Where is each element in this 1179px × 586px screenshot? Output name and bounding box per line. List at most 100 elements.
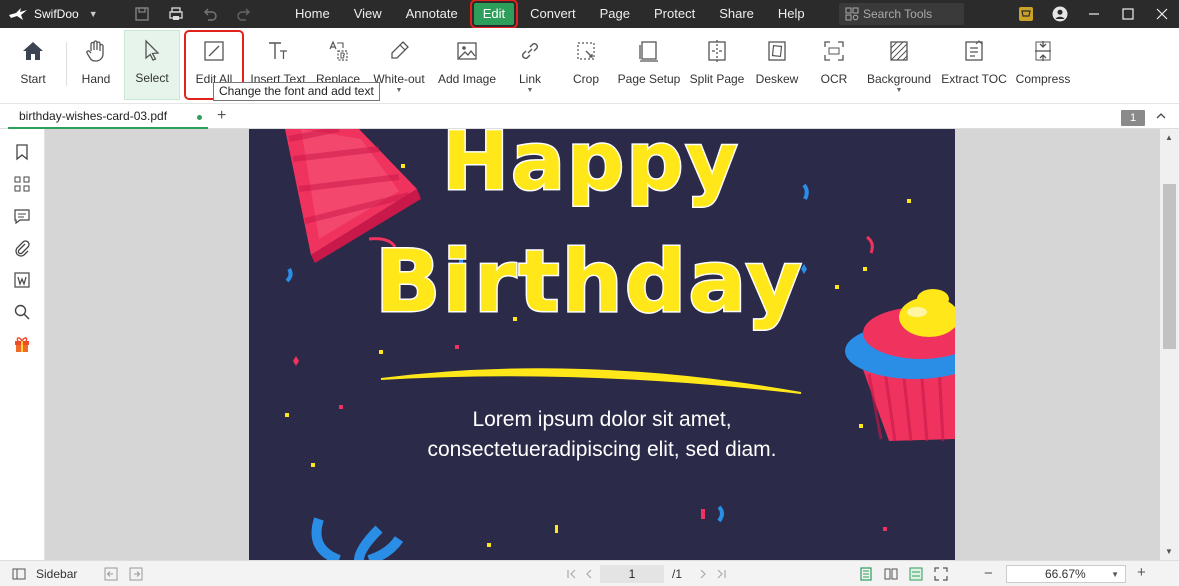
minimize-icon [1089,13,1099,15]
current-page-input[interactable]: 1 [600,565,664,583]
card-title-line1[interactable]: Happy [441,129,740,210]
image-icon [457,42,477,60]
print-icon[interactable] [168,6,184,22]
compress-button[interactable]: Compress [1014,32,1072,98]
title-bar: SwifDoo ▼ Home View Annotate Edit Conver… [0,0,1179,29]
redo-icon[interactable] [236,6,252,22]
maximize-icon [1122,8,1134,20]
page-count-badge: 1 [1121,110,1145,126]
document-tab-filename: birthday-wishes-card-03.pdf [19,109,168,123]
sidebar-toggle[interactable]: Sidebar [12,567,77,581]
crop-button[interactable]: Crop [570,32,602,98]
deskew-button[interactable]: Deskew [754,32,800,98]
white-out-dropdown-icon[interactable]: ▼ [396,87,403,94]
menu-annotate[interactable]: Annotate [394,0,470,28]
background-button[interactable]: Background ▼ [866,32,932,98]
fullscreen-button[interactable] [934,567,948,581]
zoom-value: 66.67% [1045,567,1086,581]
prev-page-button[interactable] [582,567,596,581]
app-logo[interactable]: SwifDoo ▼ [0,6,128,22]
hand-tool-button[interactable]: Hand [76,32,116,98]
select-tool-button[interactable]: Select [124,30,180,100]
menu-view[interactable]: View [342,0,394,28]
comments-button[interactable] [13,207,31,225]
save-icon[interactable] [134,6,150,22]
account-button[interactable] [1043,6,1077,22]
paperclip-icon [15,240,30,257]
chevron-left-icon [586,569,592,579]
page-setup-icon [639,41,658,62]
menu-convert[interactable]: Convert [518,0,588,28]
menu-help[interactable]: Help [766,0,817,28]
gift-bow-illustration [311,517,404,560]
extract-toc-label: Extract TOC [941,72,1007,86]
collapse-ribbon-button[interactable] [1155,110,1167,125]
edit-square-icon [204,41,224,61]
deskew-label: Deskew [755,72,799,86]
next-page-button[interactable] [696,567,710,581]
vertical-scrollbar[interactable]: ▲ ▼ [1160,129,1179,560]
scroll-up-arrow-icon[interactable]: ▲ [1165,133,1173,142]
crop-icon [577,42,595,60]
zoom-dropdown-icon: ▼ [1111,569,1119,579]
crop-label: Crop [572,72,599,86]
nav-forward-button[interactable] [129,567,143,581]
edit-all-tooltip: Change the font and add text [213,82,380,101]
continuous-view-button[interactable] [909,567,923,581]
scroll-down-arrow-icon[interactable]: ▼ [1165,547,1173,556]
title-swoosh [380,368,802,394]
link-dropdown-icon[interactable]: ▼ [527,87,534,94]
menu-share[interactable]: Share [707,0,766,28]
single-page-view-button[interactable] [859,567,873,581]
app-menu-dropdown-icon[interactable]: ▼ [89,9,98,19]
split-page-button[interactable]: Split Page [688,32,746,98]
add-image-button[interactable]: Add Image [436,32,498,98]
chevron-up-icon [1156,113,1166,119]
link-button[interactable]: Link ▼ [514,32,546,98]
add-tab-button[interactable]: + [217,107,226,125]
document-canvas[interactable]: Happy Birthday Lorem ipsum dolor sit ame… [45,129,1160,560]
page-setup-button[interactable]: Page Setup [618,32,680,98]
background-dropdown-icon[interactable]: ▼ [896,87,903,94]
extract-toc-button[interactable]: Extract TOC [941,32,1007,98]
zoom-select[interactable]: 66.67% ▼ [1006,565,1126,583]
fullscreen-icon [934,567,948,581]
search-tools-box[interactable]: Search Tools [839,3,964,25]
bookmarks-button[interactable] [13,143,31,161]
zoom-out-button[interactable]: − [984,565,993,582]
link-label: Link [518,72,541,86]
text-t-icon [269,42,287,59]
pdf-page[interactable]: Happy Birthday Lorem ipsum dolor sit ame… [249,129,955,560]
menu-edit[interactable]: Edit [469,0,519,29]
zoom-in-button[interactable]: + [1137,564,1146,581]
document-tab[interactable]: birthday-wishes-card-03.pdf [8,105,208,129]
first-page-button[interactable] [565,567,579,581]
maximize-button[interactable] [1111,6,1145,22]
ocr-label: OCR [820,72,848,86]
minimize-button[interactable] [1077,6,1111,22]
last-page-button[interactable] [714,567,728,581]
undo-icon[interactable] [202,6,218,22]
ocr-scan-icon [824,41,844,61]
menu-home[interactable]: Home [283,0,342,28]
search-button[interactable] [13,303,31,321]
word-convert-button[interactable] [13,271,31,289]
attachments-button[interactable] [13,239,31,257]
store-button[interactable] [1009,6,1043,22]
gift-button[interactable] [13,335,31,353]
continuous-scroll-icon [909,567,923,581]
page-setup-label: Page Setup [617,72,681,86]
nav-back-button[interactable] [104,567,118,581]
two-page-view-button[interactable] [884,567,898,581]
menu-protect[interactable]: Protect [642,0,707,28]
document-tab-bar: birthday-wishes-card-03.pdf + 1 [0,104,1179,129]
menu-page[interactable]: Page [588,0,642,28]
thumbnails-button[interactable] [13,175,31,193]
card-title-line2[interactable]: Birthday [374,231,804,334]
card-body-line1[interactable]: Lorem ipsum dolor sit amet, [249,408,955,432]
start-button[interactable]: Start [14,32,52,98]
close-button[interactable] [1145,6,1179,22]
scrollbar-thumb[interactable] [1163,184,1176,349]
ocr-button[interactable]: OCR [818,32,850,98]
card-body-line2[interactable]: consectetueradipiscing elit, sed diam. [249,438,955,462]
